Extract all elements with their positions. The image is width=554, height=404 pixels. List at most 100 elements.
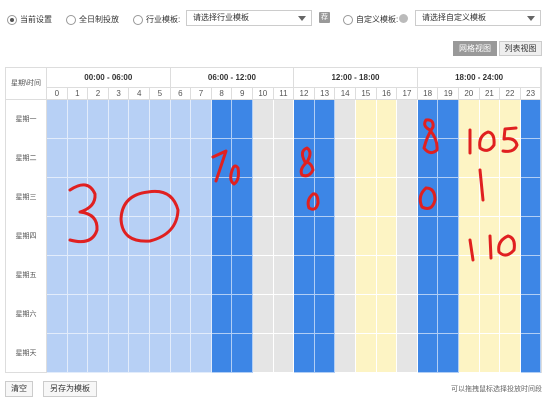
hour-header[interactable]: 10 bbox=[253, 88, 274, 100]
time-slot-cell[interactable] bbox=[376, 295, 398, 334]
time-slot-cell[interactable] bbox=[129, 295, 150, 334]
hour-header[interactable]: 17 bbox=[397, 88, 418, 100]
time-slot-cell[interactable] bbox=[520, 178, 542, 217]
time-slot-cell[interactable] bbox=[500, 217, 521, 256]
time-slot-cell[interactable] bbox=[273, 295, 295, 334]
hour-header[interactable]: 11 bbox=[273, 88, 295, 100]
time-slot-cell[interactable] bbox=[520, 334, 542, 373]
time-slot-cell[interactable] bbox=[459, 178, 480, 217]
time-slot-cell[interactable] bbox=[253, 295, 274, 334]
time-slot-cell[interactable] bbox=[397, 217, 418, 256]
day-label[interactable]: 星期二 bbox=[6, 139, 47, 178]
time-slot-cell[interactable] bbox=[520, 295, 542, 334]
time-slot-cell[interactable] bbox=[170, 139, 192, 178]
time-slot-cell[interactable] bbox=[520, 139, 542, 178]
time-slot-cell[interactable] bbox=[211, 139, 233, 178]
time-slot-cell[interactable] bbox=[67, 256, 89, 295]
time-slot-cell[interactable] bbox=[356, 139, 377, 178]
industry-template-select[interactable]: 请选择行业模板 bbox=[186, 10, 312, 26]
time-slot-cell[interactable] bbox=[314, 139, 336, 178]
time-slot-cell[interactable] bbox=[170, 178, 192, 217]
time-slot-cell[interactable] bbox=[294, 178, 315, 217]
time-slot-cell[interactable] bbox=[438, 295, 459, 334]
time-slot-cell[interactable] bbox=[356, 178, 377, 217]
time-slot-cell[interactable] bbox=[67, 295, 89, 334]
time-slot-cell[interactable] bbox=[253, 100, 274, 139]
time-slot-cell[interactable] bbox=[170, 100, 192, 139]
time-slot-cell[interactable] bbox=[376, 178, 398, 217]
time-slot-cell[interactable] bbox=[417, 256, 439, 295]
radio-all-day[interactable]: 全日制投放 bbox=[66, 14, 119, 25]
hour-header[interactable]: 13 bbox=[314, 88, 336, 100]
time-slot-cell[interactable] bbox=[47, 100, 68, 139]
hour-header[interactable]: 0 bbox=[47, 88, 68, 100]
time-slot-cell[interactable] bbox=[520, 256, 542, 295]
time-slot-cell[interactable] bbox=[88, 295, 109, 334]
time-slot-cell[interactable] bbox=[232, 334, 253, 373]
time-slot-cell[interactable] bbox=[417, 178, 439, 217]
time-slot-cell[interactable] bbox=[232, 178, 253, 217]
time-slot-cell[interactable] bbox=[397, 178, 418, 217]
hour-header[interactable]: 15 bbox=[356, 88, 377, 100]
time-slot-cell[interactable] bbox=[397, 100, 418, 139]
time-slot-cell[interactable] bbox=[88, 217, 109, 256]
time-slot-cell[interactable] bbox=[67, 100, 89, 139]
time-slot-cell[interactable] bbox=[479, 256, 501, 295]
time-slot-cell[interactable] bbox=[253, 256, 274, 295]
hour-header[interactable]: 21 bbox=[479, 88, 501, 100]
radio-industry-template[interactable]: 行业模板: bbox=[133, 14, 180, 25]
time-slot-cell[interactable] bbox=[232, 100, 253, 139]
time-slot-cell[interactable] bbox=[232, 217, 253, 256]
time-slot-cell[interactable] bbox=[459, 256, 480, 295]
time-slot-cell[interactable] bbox=[47, 217, 68, 256]
time-slot-cell[interactable] bbox=[129, 178, 150, 217]
day-label[interactable]: 星期天 bbox=[6, 334, 47, 373]
hour-header[interactable]: 9 bbox=[232, 88, 253, 100]
time-slot-cell[interactable] bbox=[211, 334, 233, 373]
time-slot-cell[interactable] bbox=[314, 178, 336, 217]
time-slot-cell[interactable] bbox=[88, 256, 109, 295]
time-slot-cell[interactable] bbox=[294, 217, 315, 256]
time-slot-cell[interactable] bbox=[211, 295, 233, 334]
time-slot-cell[interactable] bbox=[88, 139, 109, 178]
hour-header[interactable]: 12 bbox=[294, 88, 315, 100]
time-slot-cell[interactable] bbox=[356, 295, 377, 334]
hour-header[interactable]: 22 bbox=[500, 88, 521, 100]
time-slot-cell[interactable] bbox=[500, 139, 521, 178]
time-slot-cell[interactable] bbox=[294, 295, 315, 334]
time-slot-cell[interactable] bbox=[479, 139, 501, 178]
time-slot-cell[interactable] bbox=[170, 334, 192, 373]
time-slot-cell[interactable] bbox=[47, 139, 68, 178]
time-slot-cell[interactable] bbox=[397, 334, 418, 373]
time-slot-cell[interactable] bbox=[438, 139, 459, 178]
time-slot-cell[interactable] bbox=[335, 295, 356, 334]
hour-header[interactable]: 19 bbox=[438, 88, 459, 100]
time-slot-cell[interactable] bbox=[88, 100, 109, 139]
time-slot-cell[interactable] bbox=[108, 100, 130, 139]
time-slot-cell[interactable] bbox=[294, 139, 315, 178]
save-as-template-button[interactable]: 另存为模板 bbox=[43, 381, 97, 397]
time-slot-cell[interactable] bbox=[335, 334, 356, 373]
time-slot-cell[interactable] bbox=[273, 100, 295, 139]
hour-header[interactable]: 20 bbox=[459, 88, 480, 100]
time-slot-cell[interactable] bbox=[129, 139, 150, 178]
time-slot-cell[interactable] bbox=[520, 100, 542, 139]
time-slot-cell[interactable] bbox=[294, 256, 315, 295]
time-slot-cell[interactable] bbox=[129, 256, 150, 295]
time-slot-cell[interactable] bbox=[438, 217, 459, 256]
day-label[interactable]: 星期五 bbox=[6, 256, 47, 295]
time-slot-cell[interactable] bbox=[479, 100, 501, 139]
time-slot-cell[interactable] bbox=[232, 256, 253, 295]
grid-view-button[interactable]: 网格视图 bbox=[453, 41, 497, 56]
hour-header[interactable]: 5 bbox=[150, 88, 171, 100]
time-slot-cell[interactable] bbox=[335, 217, 356, 256]
time-slot-cell[interactable] bbox=[170, 217, 192, 256]
time-slot-cell[interactable] bbox=[479, 217, 501, 256]
hour-header[interactable]: 8 bbox=[211, 88, 233, 100]
time-slot-cell[interactable] bbox=[335, 178, 356, 217]
time-slot-cell[interactable] bbox=[438, 256, 459, 295]
hour-header[interactable]: 7 bbox=[191, 88, 212, 100]
time-slot-cell[interactable] bbox=[335, 139, 356, 178]
time-slot-cell[interactable] bbox=[211, 256, 233, 295]
time-slot-cell[interactable] bbox=[88, 334, 109, 373]
